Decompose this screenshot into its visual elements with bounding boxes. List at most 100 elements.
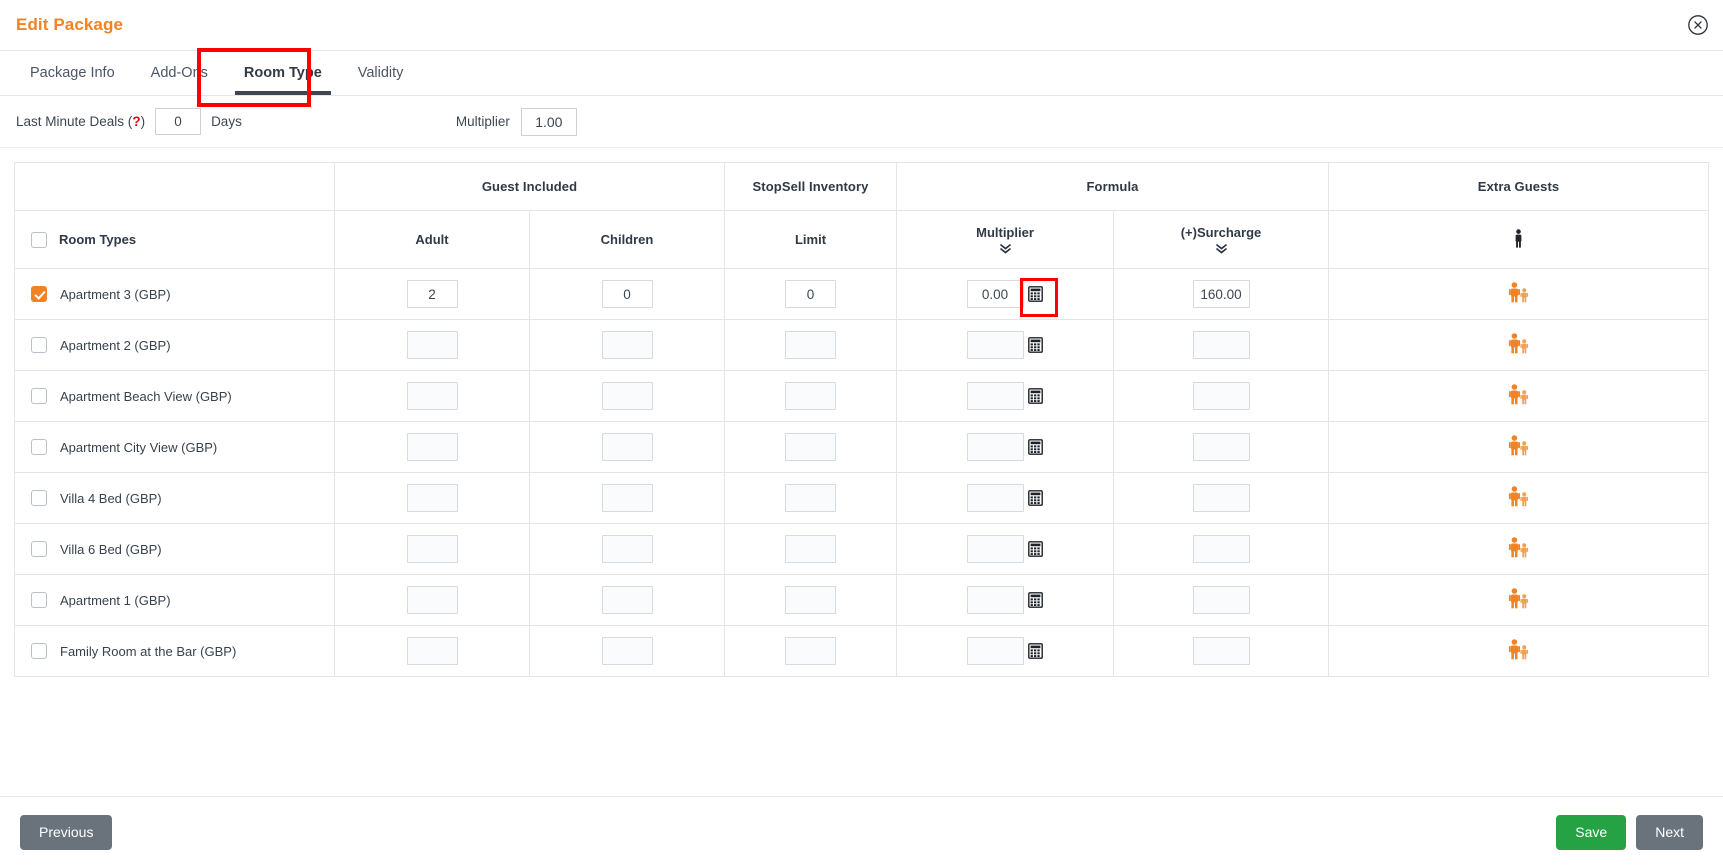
extra-guests-cell <box>1328 268 1709 320</box>
calculator-icon[interactable] <box>1028 388 1044 405</box>
calculator-icon[interactable] <box>1028 541 1044 558</box>
close-icon[interactable] <box>1685 12 1711 38</box>
surcharge-cell <box>1112 268 1330 320</box>
children-input[interactable] <box>601 331 653 359</box>
surcharge-input[interactable] <box>1192 535 1250 563</box>
surcharge-cell <box>1112 472 1330 524</box>
adult-child-icon[interactable] <box>1506 588 1531 609</box>
adult-input[interactable] <box>406 433 458 461</box>
limit-input[interactable] <box>785 280 836 308</box>
surcharge-input[interactable] <box>1192 433 1250 461</box>
global-multiplier-label: Multiplier <box>455 114 510 129</box>
surcharge-input[interactable] <box>1192 484 1250 512</box>
limit-input[interactable] <box>785 484 836 512</box>
multiplier-input[interactable] <box>966 382 1024 410</box>
multiplier-cell <box>896 523 1114 575</box>
adult-input[interactable] <box>406 331 458 359</box>
tab-validity[interactable]: Validity <box>340 51 422 95</box>
children-input[interactable] <box>601 382 653 410</box>
chevron-double-down-icon-surcharge[interactable] <box>1215 243 1228 254</box>
adult-input[interactable] <box>406 535 458 563</box>
adult-input[interactable] <box>406 637 458 665</box>
adult-child-icon[interactable] <box>1506 486 1531 507</box>
calculator-icon[interactable] <box>1028 439 1044 456</box>
multiplier-input[interactable] <box>966 331 1024 359</box>
multiplier-input[interactable] <box>966 433 1024 461</box>
row-checkbox[interactable] <box>31 643 47 659</box>
sub-header-multiplier: Multiplier <box>896 210 1114 269</box>
multiplier-input[interactable] <box>966 637 1024 665</box>
limit-input[interactable] <box>785 331 836 359</box>
children-input[interactable] <box>601 484 653 512</box>
calculator-icon[interactable] <box>1028 592 1044 609</box>
sub-header-extra-guests-icon <box>1328 210 1709 269</box>
previous-button[interactable]: Previous <box>20 815 113 850</box>
adult-child-icon[interactable] <box>1506 537 1531 558</box>
adult-cell <box>334 523 530 575</box>
row-checkbox[interactable] <box>31 388 47 404</box>
limit-input[interactable] <box>785 433 836 461</box>
page-title: Edit Package <box>16 15 124 34</box>
room-type-table: Guest Included StopSell Inventory Formul… <box>14 162 1709 677</box>
room-type-name-cell: Apartment 1 (GBP) <box>14 574 335 626</box>
table-row: Apartment Beach View (GBP) <box>14 370 1709 422</box>
multiplier-input[interactable] <box>966 535 1024 563</box>
row-checkbox[interactable] <box>31 592 47 608</box>
adult-child-icon[interactable] <box>1506 333 1531 354</box>
save-button[interactable]: Save <box>1556 815 1627 850</box>
limit-input[interactable] <box>785 637 836 665</box>
adult-child-icon[interactable] <box>1506 384 1531 405</box>
surcharge-input[interactable] <box>1192 280 1250 308</box>
multiplier-input[interactable] <box>966 484 1024 512</box>
surcharge-input[interactable] <box>1192 637 1250 665</box>
children-input[interactable] <box>601 535 653 563</box>
children-input[interactable] <box>601 586 653 614</box>
select-all-checkbox[interactable] <box>31 231 47 248</box>
group-header-formula: Formula <box>895 162 1330 211</box>
surcharge-input[interactable] <box>1192 586 1250 614</box>
row-checkbox[interactable] <box>31 439 47 455</box>
group-header-guest-included: Guest Included <box>334 162 725 211</box>
row-checkbox[interactable] <box>31 337 47 353</box>
calculator-icon[interactable] <box>1028 490 1044 507</box>
table-group-header-row: Guest Included StopSell Inventory Formul… <box>14 162 1709 211</box>
adult-child-icon[interactable] <box>1506 435 1531 456</box>
help-icon[interactable]: ? <box>132 114 140 129</box>
row-checkbox[interactable] <box>31 286 47 302</box>
tab-package-info[interactable]: Package Info <box>12 51 133 95</box>
row-checkbox[interactable] <box>31 490 47 506</box>
surcharge-input[interactable] <box>1192 331 1250 359</box>
chevron-double-down-icon-multiplier[interactable] <box>999 243 1012 254</box>
table-row: Family Room at the Bar (GBP) <box>14 625 1709 677</box>
limit-input[interactable] <box>785 535 836 563</box>
adult-input[interactable] <box>406 586 458 614</box>
adult-child-icon[interactable] <box>1506 282 1531 303</box>
global-multiplier-input[interactable] <box>520 107 577 136</box>
table-row: Apartment 1 (GBP) <box>14 574 1709 626</box>
tab-add-ons[interactable]: Add-Ons <box>133 51 226 95</box>
room-type-label: Apartment Beach View (GBP) <box>60 388 232 404</box>
calculator-icon[interactable] <box>1019 277 1058 317</box>
children-input[interactable] <box>601 280 653 308</box>
adult-input[interactable] <box>406 484 458 512</box>
row-checkbox[interactable] <box>31 541 47 557</box>
children-cell <box>529 268 725 320</box>
room-type-label: Apartment 1 (GBP) <box>60 592 171 608</box>
calculator-icon[interactable] <box>1028 643 1044 660</box>
surcharge-input[interactable] <box>1192 382 1250 410</box>
children-input[interactable] <box>601 637 653 665</box>
calculator-icon[interactable] <box>1028 337 1044 354</box>
children-input[interactable] <box>601 433 653 461</box>
group-header-blank <box>14 162 335 211</box>
next-button[interactable]: Next <box>1636 815 1703 850</box>
adult-child-icon[interactable] <box>1506 639 1531 660</box>
tab-room-type[interactable]: Room Type <box>226 51 340 95</box>
adult-input[interactable] <box>406 280 458 308</box>
limit-input[interactable] <box>785 586 836 614</box>
adult-input[interactable] <box>406 382 458 410</box>
person-icon <box>1513 228 1524 248</box>
last-minute-days-input[interactable] <box>155 108 202 135</box>
multiplier-input[interactable] <box>966 586 1024 614</box>
multiplier-input[interactable] <box>966 280 1024 308</box>
limit-input[interactable] <box>785 382 836 410</box>
